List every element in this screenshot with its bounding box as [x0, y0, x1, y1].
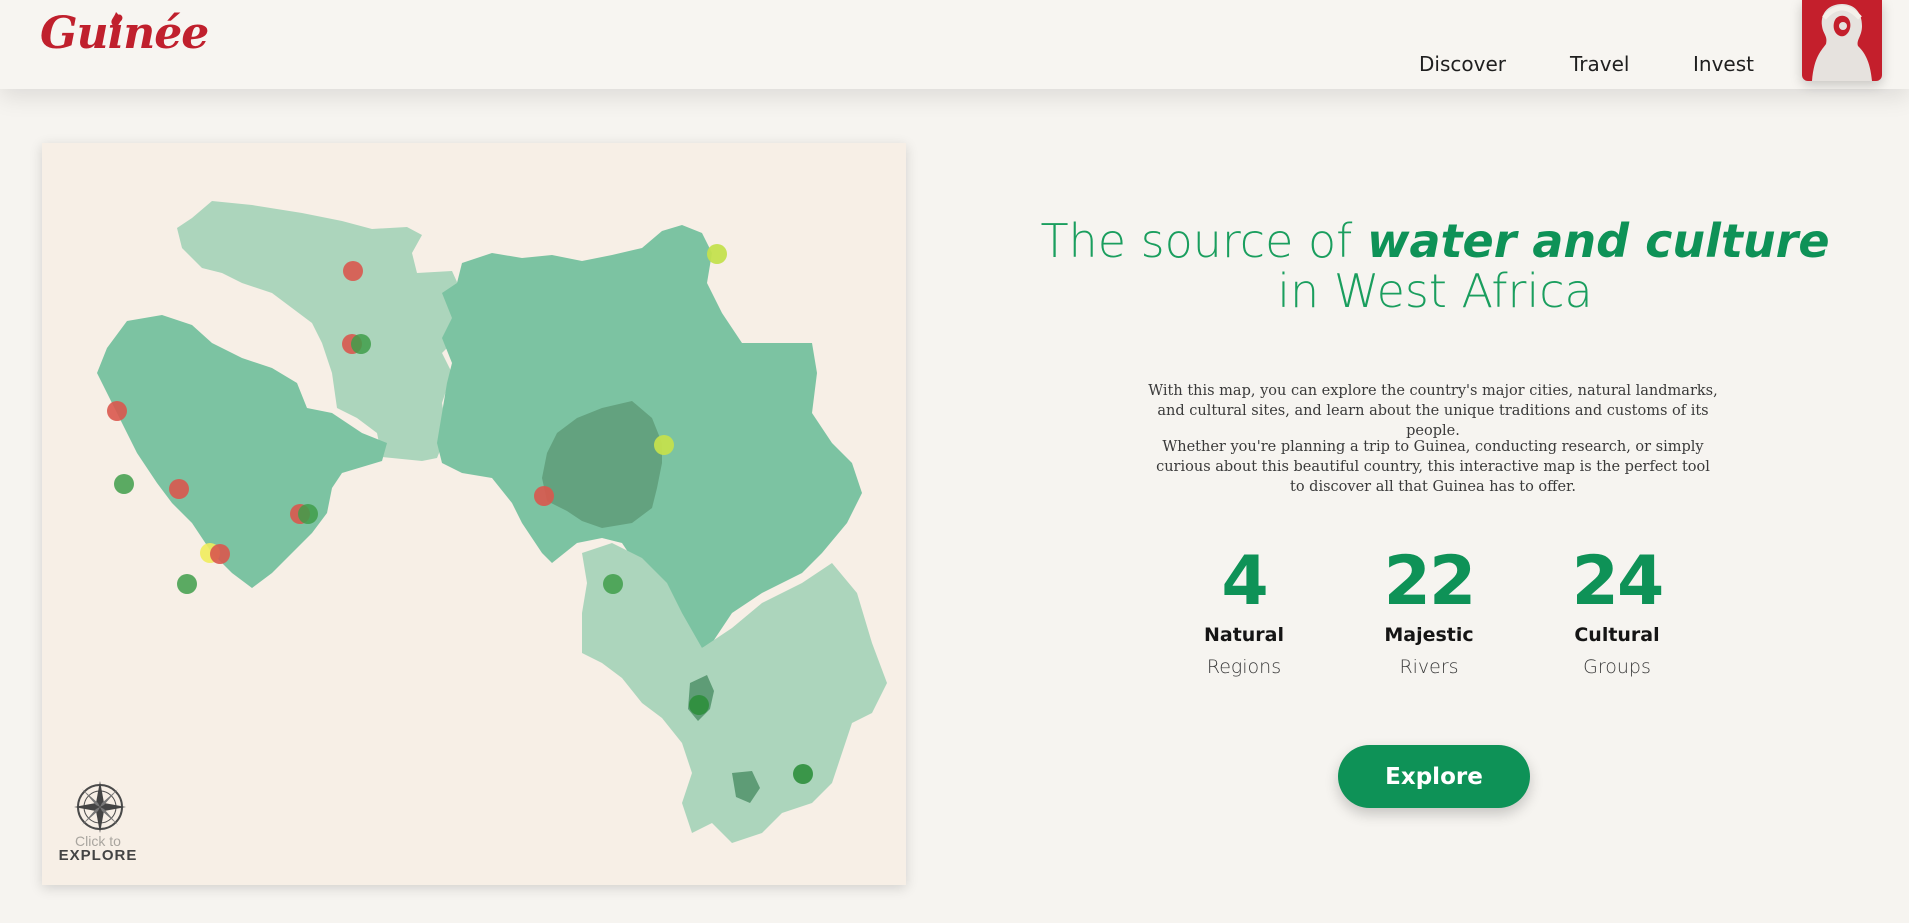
- stat-label: Majestic: [1384, 624, 1474, 646]
- guinea-map[interactable]: [42, 143, 906, 885]
- stat-sublabel: Rivers: [1399, 656, 1459, 678]
- stat-groups: 24 Cultural Groups: [1537, 542, 1697, 679]
- marker-red: [210, 544, 230, 564]
- marker-yellow: [654, 435, 674, 455]
- logo[interactable]: Guinée: [40, 8, 209, 59]
- marker-green: [793, 764, 813, 784]
- stat-sublabel: Groups: [1583, 656, 1651, 678]
- hero-description-2: Whether you're planning a trip to Guinea…: [1156, 439, 1710, 495]
- map-explore-label[interactable]: EXPLORE: [58, 847, 138, 864]
- logo-flame-icon: [111, 12, 121, 27]
- marker-red: [534, 486, 554, 506]
- site-header: Guinée Discover Travel Invest: [0, 0, 1909, 89]
- marker-green: [298, 504, 318, 524]
- hero-description-1: With this map, you can explore the count…: [1148, 383, 1718, 439]
- marker-green: [689, 695, 709, 715]
- marker-green: [603, 574, 623, 594]
- stat-label: Cultural: [1574, 624, 1660, 646]
- explore-button[interactable]: Explore: [1338, 745, 1530, 808]
- marker-green: [114, 474, 134, 494]
- hero-title-bold: water and culture: [1366, 214, 1830, 268]
- marker-yellow: [707, 244, 727, 264]
- stat-sublabel: Regions: [1206, 656, 1282, 678]
- compass-icon[interactable]: [72, 779, 128, 835]
- stat-rivers: 22 Majestic Rivers: [1349, 542, 1509, 679]
- avatar[interactable]: [1802, 0, 1882, 81]
- portrait-icon: [1812, 4, 1872, 81]
- map-card[interactable]: Click to EXPLORE: [42, 143, 906, 885]
- marker-red: [107, 401, 127, 421]
- stat-number: 24: [1571, 542, 1665, 621]
- stat-number: 4: [1221, 542, 1268, 621]
- nav-travel[interactable]: Travel: [1570, 52, 1629, 76]
- marker-red: [169, 479, 189, 499]
- hero-title-light: The source of: [1040, 214, 1367, 268]
- stat-number: 22: [1383, 542, 1477, 621]
- marker-green: [177, 574, 197, 594]
- stat-label: Natural: [1203, 624, 1285, 646]
- hero-title-light-2: in West Africa: [1277, 264, 1593, 318]
- nav-discover[interactable]: Discover: [1419, 52, 1506, 76]
- stat-regions: 4 Natural Regions: [1164, 542, 1324, 679]
- marker-green: [351, 334, 371, 354]
- hero-title: The source of water and culture in West …: [1000, 216, 1870, 316]
- nav-invest[interactable]: Invest: [1693, 52, 1754, 76]
- marker-red: [343, 261, 363, 281]
